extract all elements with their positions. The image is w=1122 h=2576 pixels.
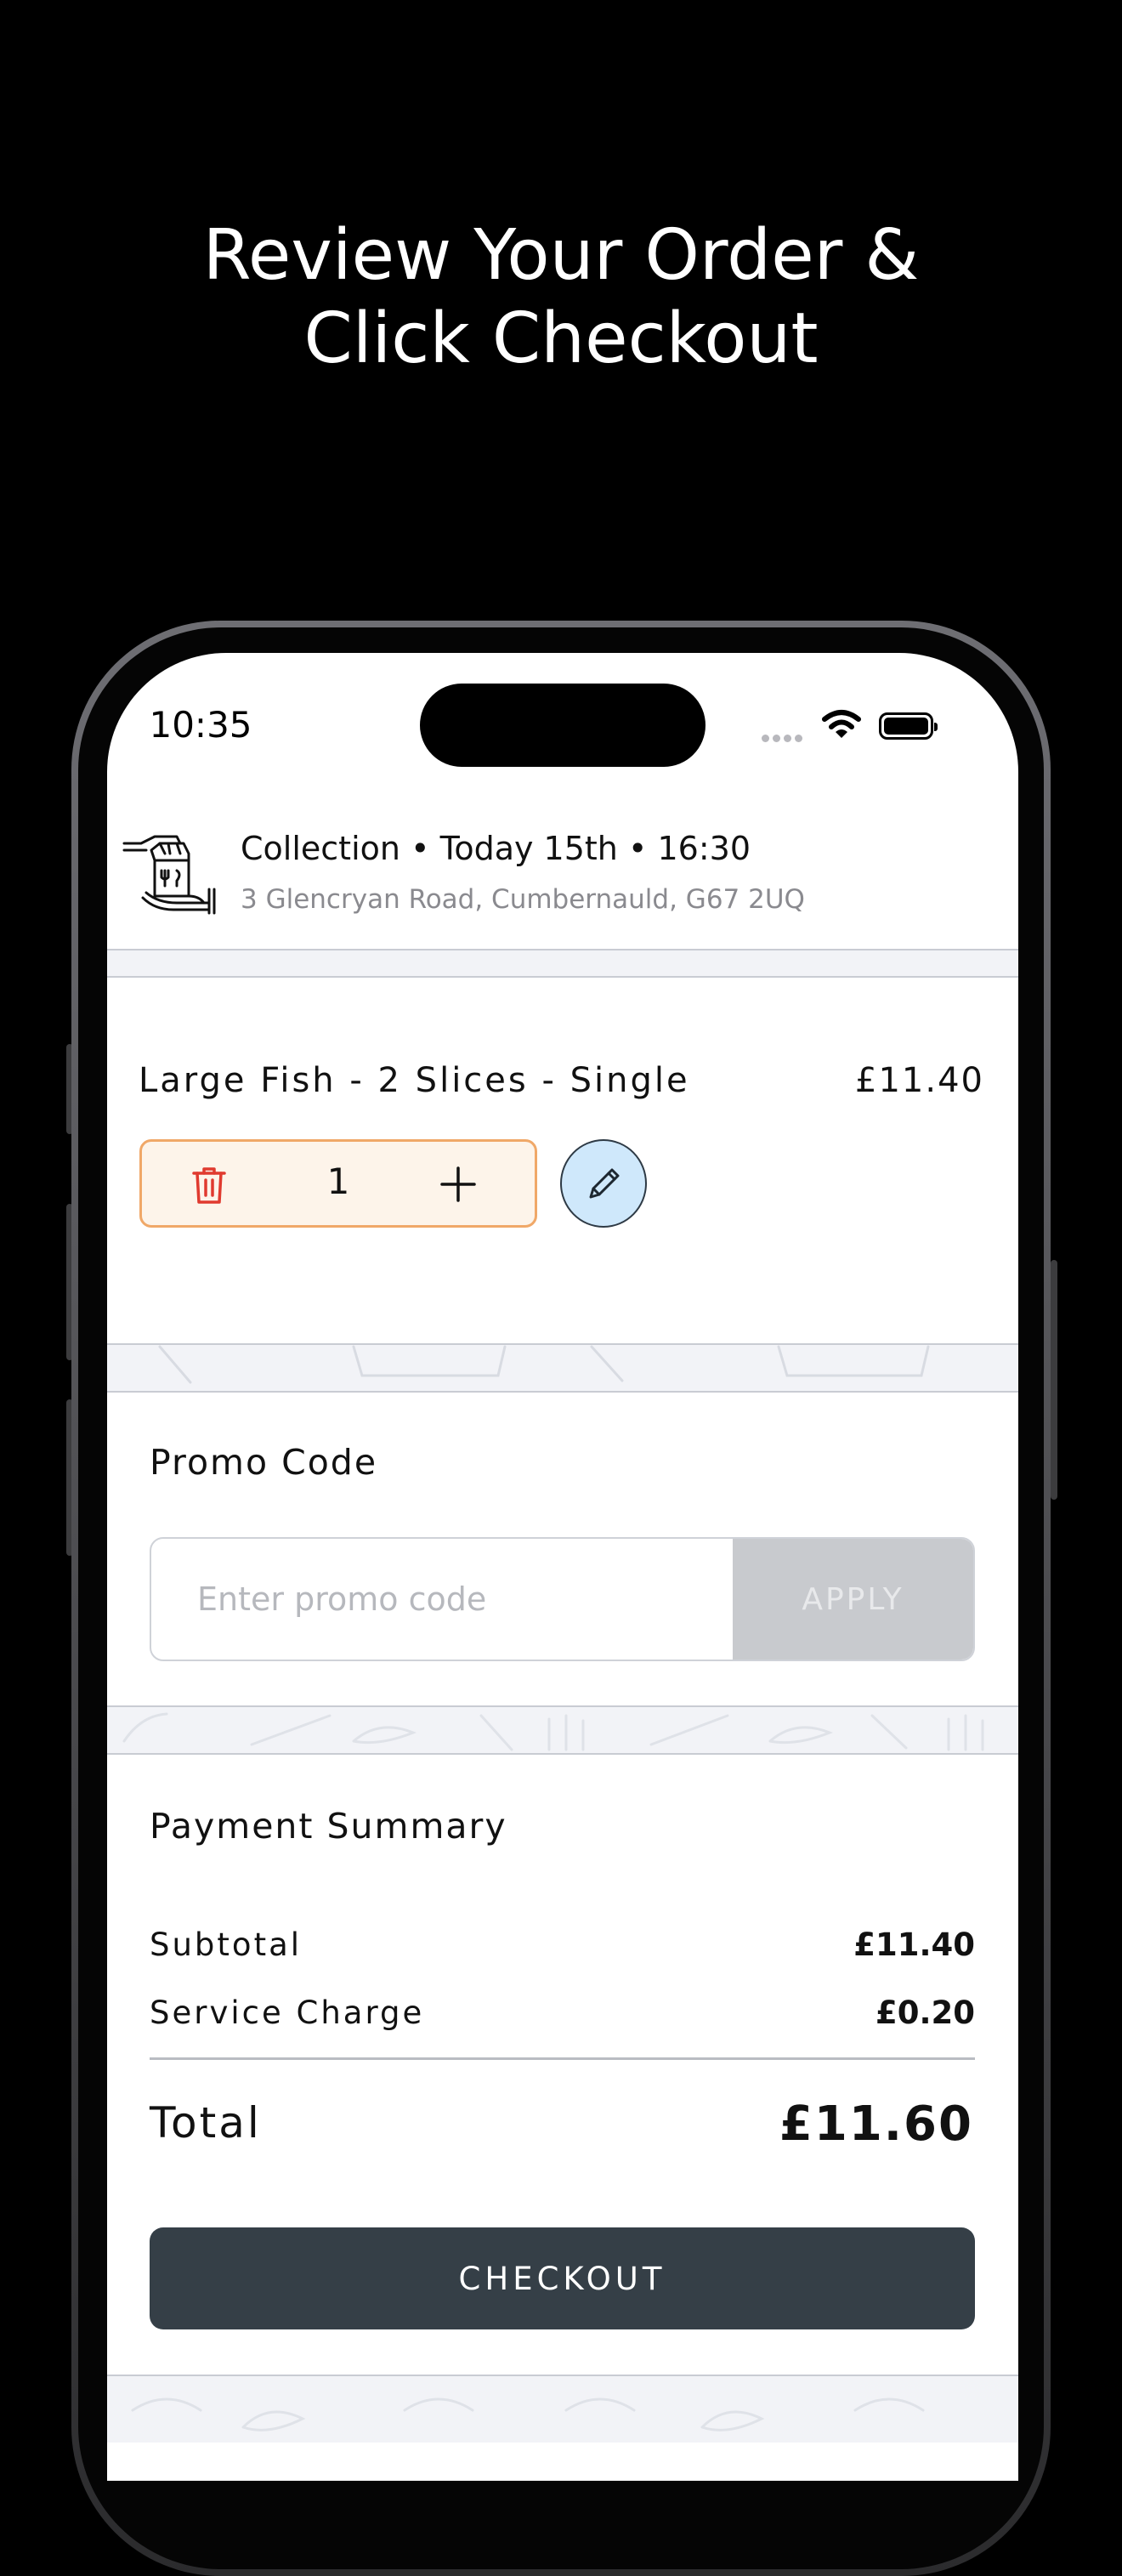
collection-address: 3 Glencryan Road, Cumbernauld, G67 2UQ xyxy=(241,884,805,915)
food-pattern-decoration xyxy=(158,1345,930,1384)
payment-summary-title: Payment Summary xyxy=(150,1806,507,1847)
order-type: Collection xyxy=(241,830,400,867)
pencil-icon xyxy=(589,1168,620,1199)
quantity-stepper: 1 xyxy=(139,1139,537,1228)
cart-item-name: Large Fish - 2 Slices - Single xyxy=(139,1061,690,1100)
bullet-separator: • xyxy=(411,830,440,867)
subtotal-label: Subtotal xyxy=(150,1926,303,1963)
quantity-value: 1 xyxy=(326,1160,350,1202)
section-separator xyxy=(107,1705,1018,1755)
collection-bag-hand-icon xyxy=(122,835,216,915)
phone-power-button xyxy=(1051,1260,1057,1500)
order-info-line: Collection • Today 15th • 16:30 xyxy=(241,830,751,867)
subtotal-value: £11.40 xyxy=(853,1926,975,1963)
order-date: Today 15th xyxy=(439,830,618,867)
total-label: Total xyxy=(150,2098,262,2148)
section-separator xyxy=(107,949,1018,978)
service-charge-value: £0.20 xyxy=(875,1994,975,2031)
dynamic-island xyxy=(420,684,706,767)
headline-line-1: Review Your Order & xyxy=(202,215,920,296)
edit-item-button[interactable] xyxy=(560,1139,647,1228)
cart-item-price: £11.40 xyxy=(855,1061,984,1100)
apply-promo-button[interactable]: APPLY xyxy=(733,1539,973,1660)
promo-code-input[interactable] xyxy=(151,1539,733,1660)
headline-line-2: Click Checkout xyxy=(303,298,819,379)
total-value: £11.60 xyxy=(779,2097,973,2152)
trash-icon[interactable] xyxy=(191,1166,227,1205)
food-pattern-decoration xyxy=(131,2397,925,2431)
promo-code-title: Promo Code xyxy=(150,1442,378,1483)
signal-icon xyxy=(762,731,806,746)
service-charge-label: Service Charge xyxy=(150,1994,425,2031)
food-pattern-decoration xyxy=(122,1712,984,1751)
bullet-separator: • xyxy=(627,830,658,867)
summary-divider xyxy=(150,2057,975,2060)
status-time: 10:35 xyxy=(149,704,252,746)
promo-headline: Review Your Order & Click Checkout xyxy=(0,214,1122,381)
battery-icon xyxy=(879,712,938,740)
checkout-button[interactable]: CHECKOUT xyxy=(150,2227,975,2329)
wifi-icon xyxy=(822,710,861,738)
section-separator xyxy=(107,2375,1018,2443)
plus-icon[interactable] xyxy=(439,1166,477,1203)
order-time: 16:30 xyxy=(657,830,751,867)
promo-code-field: APPLY xyxy=(150,1537,975,1661)
section-separator xyxy=(107,1343,1018,1393)
